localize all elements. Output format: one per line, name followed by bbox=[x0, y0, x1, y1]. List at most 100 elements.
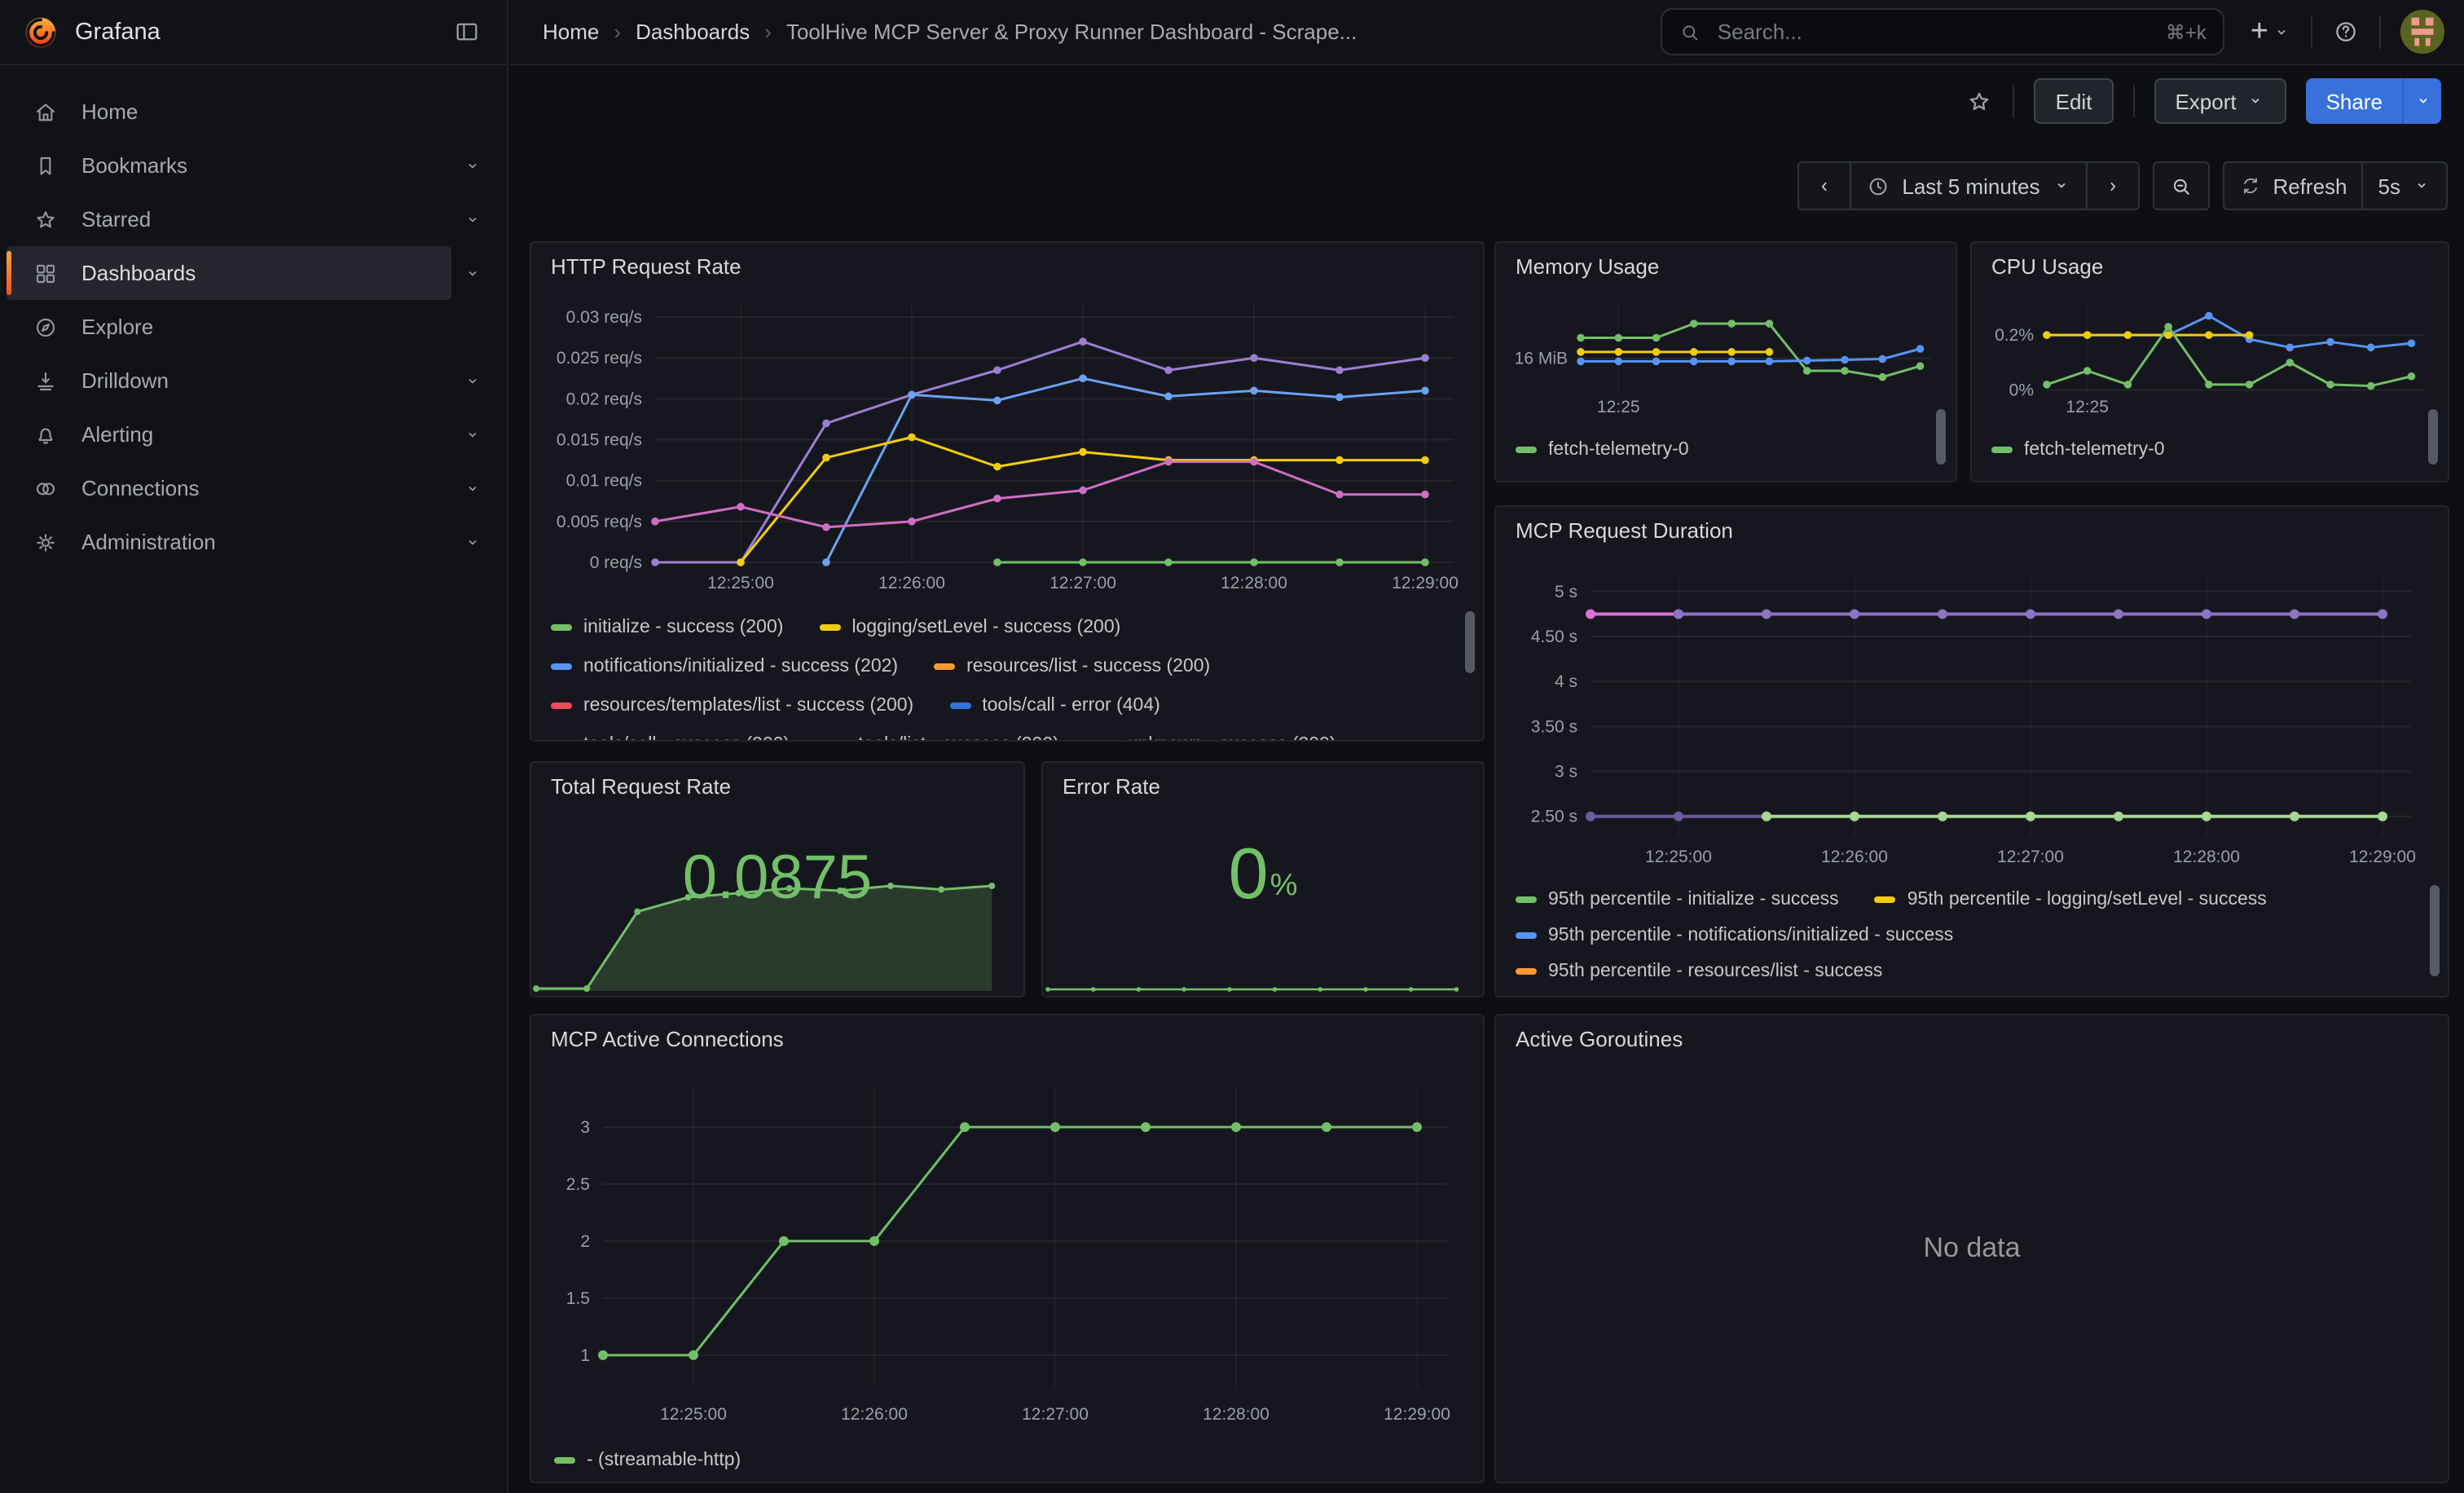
share-button[interactable]: Share bbox=[2307, 78, 2402, 124]
legend-item[interactable]: 95th percentile - notifications/initiali… bbox=[1516, 926, 1953, 945]
legend-item[interactable]: logging/setLevel - success (200) bbox=[819, 618, 1120, 637]
svg-text:2.5: 2.5 bbox=[566, 1175, 590, 1194]
sidebar-item-explore[interactable]: Explore bbox=[7, 300, 451, 354]
legend-item[interactable]: fetch-telemetry-0 bbox=[1991, 440, 2165, 460]
sidebar-item-dashboards[interactable]: Dashboards bbox=[7, 246, 451, 300]
breadcrumb-separator: › bbox=[614, 20, 621, 44]
legend-item[interactable]: 95th percentile - logging/setLevel - suc… bbox=[1875, 890, 2267, 909]
divider bbox=[2132, 85, 2134, 117]
mcp-request-duration-chart: 2.50 s3 s3.50 s4 s4.50 s5 s12:25:0012:26… bbox=[1506, 556, 2438, 875]
zoom-out-button[interactable] bbox=[2154, 163, 2207, 209]
sidebar-item-bookmarks[interactable]: Bookmarks bbox=[7, 139, 451, 192]
search-input[interactable]: ⌘+k bbox=[1661, 8, 2224, 55]
panel-title[interactable]: CPU Usage bbox=[1991, 254, 2103, 279]
legend-label: tools/call - error (404) bbox=[982, 696, 1160, 716]
legend-scrollbar[interactable] bbox=[2428, 409, 2438, 465]
legend-row: initialize - success (200) logging/setLev… bbox=[548, 608, 1460, 647]
error-chart-svg bbox=[1045, 971, 1481, 994]
legend-row: 95th percentile - resources/list - succe… bbox=[1512, 953, 2425, 989]
refresh-interval-picker[interactable]: 5s bbox=[2362, 163, 2446, 209]
sidebar-item-starred[interactable]: Starred bbox=[7, 192, 451, 246]
time-shift-back-button[interactable] bbox=[1799, 163, 1850, 209]
user-avatar[interactable] bbox=[2400, 10, 2444, 54]
panel-title[interactable]: Error Rate bbox=[1063, 774, 1160, 799]
panel-title[interactable]: Active Goroutines bbox=[1516, 1027, 1683, 1051]
grafana-logo-icon[interactable] bbox=[23, 14, 59, 50]
time-range-picker[interactable]: Last 5 minutes bbox=[1850, 163, 2085, 209]
legend-item[interactable]: resources/templates/list - success (200) bbox=[551, 696, 913, 716]
sidebar-item-label: Home bbox=[81, 99, 138, 124]
time-shift-forward-button[interactable] bbox=[2085, 163, 2137, 209]
search-field[interactable] bbox=[1714, 18, 2153, 46]
main-area: Home›Dashboards›ToolHive MCP Server & Pr… bbox=[510, 0, 2464, 1493]
chevron-down-icon[interactable] bbox=[451, 425, 494, 444]
breadcrumb-item[interactable]: Dashboards bbox=[636, 20, 750, 44]
legend-row: 95th percentile - initialize - success 95… bbox=[1512, 882, 2425, 918]
panel-title[interactable]: HTTP Request Rate bbox=[551, 254, 741, 279]
error-rate-sparkline bbox=[1045, 971, 1481, 994]
chevron-down-icon bbox=[2051, 176, 2070, 196]
edit-button[interactable]: Edit bbox=[2035, 78, 2114, 124]
svg-text:12:27:00: 12:27:00 bbox=[1049, 574, 1116, 592]
export-label: Export bbox=[2175, 89, 2236, 113]
refresh-button[interactable]: Refresh bbox=[2224, 163, 2361, 209]
svg-text:12:25: 12:25 bbox=[1597, 398, 1640, 416]
legend-item[interactable]: initialize - success (200) bbox=[551, 618, 783, 637]
chevron-down-icon[interactable] bbox=[451, 371, 494, 390]
legend-swatch bbox=[949, 702, 970, 710]
legend-item[interactable]: fetch-telemetry-0 bbox=[1516, 440, 1689, 460]
svg-text:0.02 req/s: 0.02 req/s bbox=[566, 390, 642, 408]
help-icon bbox=[2332, 18, 2360, 46]
legend-row: resources/templates/list - success (200)… bbox=[548, 686, 1460, 725]
svg-text:5 s: 5 s bbox=[1555, 583, 1577, 601]
sidebar-item-label: Alerting bbox=[81, 422, 153, 447]
chevron-right-icon bbox=[2101, 175, 2123, 196]
panel-cpu-usage: CPU Usage 0%0.2%12:25 fetch-telemetry-0 bbox=[1970, 241, 2449, 482]
sidebar-header: Grafana bbox=[0, 0, 507, 65]
legend-item[interactable]: 95th percentile - initialize - success bbox=[1516, 890, 1839, 909]
legend-item[interactable]: tools/list - success (200) bbox=[825, 735, 1059, 742]
sidebar-item-drilldown[interactable]: Drilldown bbox=[7, 354, 451, 407]
sidebar-collapse-icon[interactable] bbox=[450, 15, 484, 49]
legend-item[interactable]: tools/call - success (200) bbox=[551, 735, 790, 742]
svg-text:12:26:00: 12:26:00 bbox=[841, 1405, 908, 1424]
legend-item[interactable]: 95th percentile - resources/list - succe… bbox=[1516, 962, 1882, 981]
legend-item[interactable]: resources/list - success (200) bbox=[934, 657, 1210, 676]
chevron-down-icon[interactable] bbox=[451, 209, 494, 229]
legend-label: 95th percentile - logging/setLevel - suc… bbox=[1907, 890, 2267, 909]
chevron-down-icon bbox=[2413, 91, 2432, 111]
panel-title[interactable]: MCP Request Duration bbox=[1516, 518, 1733, 543]
breadcrumb-item[interactable]: Home bbox=[543, 20, 599, 44]
legend-scrollbar[interactable] bbox=[1465, 611, 1475, 673]
legend-label: unknown - success (200) bbox=[1128, 735, 1336, 742]
connections-legend: - (streamable-http) bbox=[551, 1442, 1460, 1482]
sidebar-row-explore: Explore bbox=[0, 300, 507, 354]
sidebar-row-administration: Administration bbox=[0, 515, 507, 569]
chevron-down-icon[interactable] bbox=[451, 263, 494, 283]
legend-scrollbar[interactable] bbox=[1936, 409, 1946, 465]
share-dropdown-button[interactable] bbox=[2402, 78, 2441, 124]
panel-title[interactable]: Memory Usage bbox=[1516, 254, 1659, 279]
sidebar-item-alerting[interactable]: Alerting bbox=[7, 407, 451, 461]
chevron-down-icon[interactable] bbox=[451, 156, 494, 175]
compass-icon bbox=[33, 314, 59, 340]
help-button[interactable] bbox=[2332, 18, 2360, 46]
legend-item[interactable]: - (streamable-http) bbox=[554, 1451, 741, 1470]
sidebar-item-home[interactable]: Home bbox=[7, 85, 451, 139]
legend-item[interactable]: unknown - success (200) bbox=[1095, 735, 1336, 742]
chevron-down-icon[interactable] bbox=[451, 478, 494, 498]
sidebar-item-connections[interactable]: Connections bbox=[7, 461, 451, 515]
svg-text:12:27:00: 12:27:00 bbox=[1022, 1405, 1089, 1424]
legend-scrollbar[interactable] bbox=[2430, 885, 2440, 976]
legend-item[interactable]: notifications/initialized - success (202… bbox=[551, 657, 898, 676]
legend-item[interactable]: tools/call - error (404) bbox=[949, 696, 1160, 716]
chevron-down-icon bbox=[2246, 91, 2266, 111]
sidebar-item-administration[interactable]: Administration bbox=[7, 515, 451, 569]
favorite-star-button[interactable] bbox=[1966, 87, 1994, 115]
export-button[interactable]: Export bbox=[2154, 78, 2286, 124]
panel-title[interactable]: Total Request Rate bbox=[551, 774, 731, 799]
duration-chart-svg: 2.50 s3 s3.50 s4 s4.50 s5 s12:25:0012:26… bbox=[1506, 556, 2438, 875]
chevron-down-icon[interactable] bbox=[451, 532, 494, 552]
panel-title[interactable]: MCP Active Connections bbox=[551, 1027, 784, 1051]
add-button[interactable]: + bbox=[2251, 16, 2291, 47]
